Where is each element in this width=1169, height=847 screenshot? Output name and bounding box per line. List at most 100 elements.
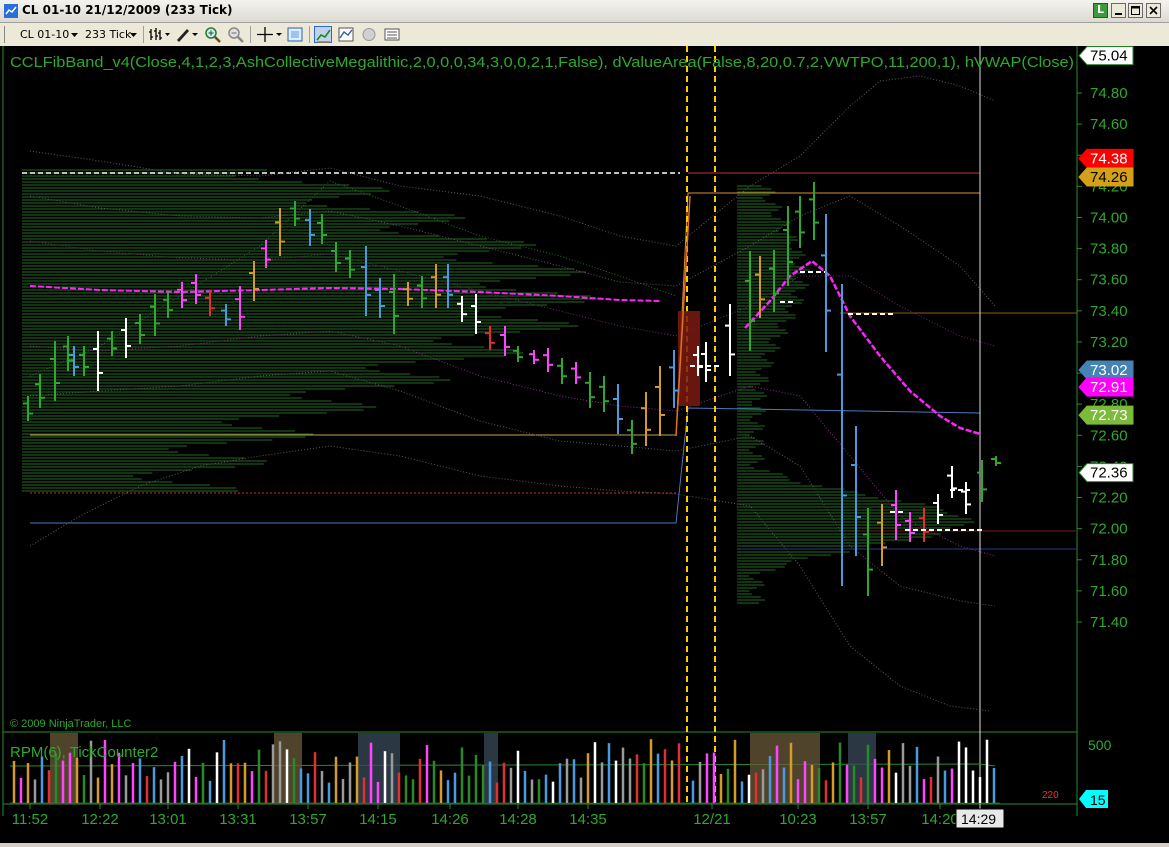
- price-bar: [837, 284, 847, 586]
- price-bar: [93, 331, 103, 391]
- price-bar: [725, 304, 735, 376]
- chart-app-icon: [4, 4, 18, 18]
- toolbar-separator: [143, 26, 144, 43]
- price-bar: [627, 420, 637, 454]
- price-bar: [613, 384, 623, 434]
- copyright-label: © 2009 NinjaTrader, LLC: [10, 718, 131, 730]
- time-axis-label: 13:31: [219, 811, 257, 828]
- price-bar: [821, 214, 831, 352]
- volume-bars: [12, 739, 996, 803]
- price-bar: [585, 372, 595, 408]
- tick-counter-label: 220: [1042, 790, 1059, 801]
- chart-trader-button[interactable]: [383, 26, 401, 43]
- price-marker-label: 72.91: [1090, 379, 1128, 396]
- price-marker: 74.38: [1078, 148, 1134, 168]
- price-bar: [701, 342, 711, 382]
- draw-tool-button[interactable]: [174, 26, 200, 43]
- price-bar: [891, 490, 901, 540]
- properties-icon: [287, 27, 303, 42]
- price-bar: [529, 350, 539, 364]
- price-axis-label: 71.80: [1090, 552, 1128, 569]
- time-axis-label: 14:28: [499, 811, 537, 828]
- crosshair-button[interactable]: [255, 26, 283, 43]
- price-axis-label: 74.80: [1090, 85, 1128, 102]
- window-titlebar[interactable]: CL 01-10 21/12/2009 (233 Tick) L: [0, 0, 1169, 23]
- strategies-button[interactable]: [337, 26, 355, 43]
- toolbar-grip: [4, 26, 5, 43]
- minimize-icon: [1115, 13, 1122, 15]
- link-button[interactable]: L: [1093, 3, 1108, 18]
- time-axis-label: 14:26: [431, 811, 469, 828]
- price-marker-label: 73.02: [1090, 362, 1128, 379]
- minimize-button[interactable]: [1111, 3, 1126, 18]
- price-markers: 75.04 74.38 74.26 73.0272.91 72.73 72.36: [1078, 46, 1134, 483]
- price-bar: [947, 466, 957, 498]
- instrument-dropdown[interactable]: CL 01-10: [20, 26, 78, 43]
- price-bar: [500, 326, 510, 356]
- price-bar: [513, 346, 523, 362]
- time-axis-label: 12:22: [81, 811, 119, 828]
- price-bar: [571, 362, 581, 384]
- lower-panel-label: RPM(6), TickCounter2: [10, 744, 158, 761]
- zoom-out-button[interactable]: [227, 26, 245, 43]
- price-marker-label: 74.26: [1090, 169, 1128, 186]
- time-axis-label: 13:57: [289, 811, 327, 828]
- price-marker: 72.91: [1078, 377, 1134, 397]
- close-button[interactable]: [1146, 3, 1161, 18]
- link-button-label: L: [1097, 3, 1105, 16]
- strategies-icon: [338, 27, 354, 42]
- price-axis-label: 73.20: [1090, 334, 1128, 351]
- price-bar: [443, 264, 453, 308]
- price-axis-label: 71.60: [1090, 583, 1128, 600]
- price-bar: [655, 366, 665, 436]
- session-break-volume-cluster: [678, 311, 700, 406]
- chevron-down-icon: [71, 33, 78, 37]
- price-bar: [961, 482, 971, 514]
- price-bar: [457, 296, 467, 322]
- instrument-value: CL 01-10: [20, 28, 70, 41]
- time-axis-label: 11:52: [12, 811, 48, 828]
- chart-canvas[interactable]: CCLFibBand_v4(Close,4,1,2,3,AshCollectiv…: [0, 46, 1169, 843]
- price-bar: [290, 201, 300, 226]
- time-axis-label: 12/21: [693, 811, 731, 828]
- cursor-time-marker: 14:29: [955, 808, 1005, 829]
- time-axis-label: 14:20: [921, 811, 959, 828]
- chart-area[interactable]: CCLFibBand_v4(Close,4,1,2,3,AshCollectiv…: [0, 46, 1169, 843]
- price-marker: 73.02: [1078, 360, 1134, 380]
- volume-profile-session-1: [22, 169, 602, 492]
- interval-value: 233 Tick: [85, 28, 132, 41]
- bar-style-button[interactable]: [148, 26, 172, 43]
- price-bar: [863, 508, 873, 596]
- price-bar: [150, 294, 160, 336]
- lower-value-marker-label: 15: [1090, 792, 1106, 808]
- price-bar: [205, 290, 215, 316]
- price-marker: 72.73: [1078, 405, 1134, 425]
- chart-trader-icon: [384, 28, 400, 41]
- price-axis-label: 72.20: [1090, 490, 1128, 507]
- data-box-button[interactable]: [360, 26, 378, 43]
- toolbar-separator: [250, 26, 251, 43]
- close-icon: [1149, 6, 1158, 15]
- zoom-in-icon: [205, 27, 221, 43]
- price-marker-label: 75.04: [1090, 48, 1128, 65]
- interval-dropdown[interactable]: 233 Tick: [85, 26, 137, 43]
- price-marker-label: 72.73: [1090, 407, 1128, 424]
- maximize-button[interactable]: [1128, 3, 1143, 18]
- time-axis[interactable]: 11:52 12:22 13:01 13:31 13:57 14:15 14:26 14:28…: [12, 804, 959, 828]
- price-bar: [977, 460, 987, 502]
- price-bar: [35, 374, 45, 408]
- price-bar: [543, 348, 553, 372]
- properties-button[interactable]: [286, 26, 304, 43]
- chevron-down-icon: [130, 33, 137, 37]
- price-marker: 72.36: [1078, 463, 1134, 483]
- fib-band-lower-outer: [29, 445, 991, 712]
- price-bar: [485, 326, 495, 350]
- indicators-button[interactable]: [314, 26, 332, 43]
- draw-tool-icon: [177, 29, 198, 42]
- price-bar: [641, 392, 651, 446]
- price-axis-label: 72.60: [1090, 427, 1128, 444]
- price-bar: [431, 264, 441, 308]
- price-axis-label: 73.60: [1090, 272, 1128, 289]
- data-box-icon: [362, 28, 376, 41]
- zoom-in-button[interactable]: [204, 26, 222, 43]
